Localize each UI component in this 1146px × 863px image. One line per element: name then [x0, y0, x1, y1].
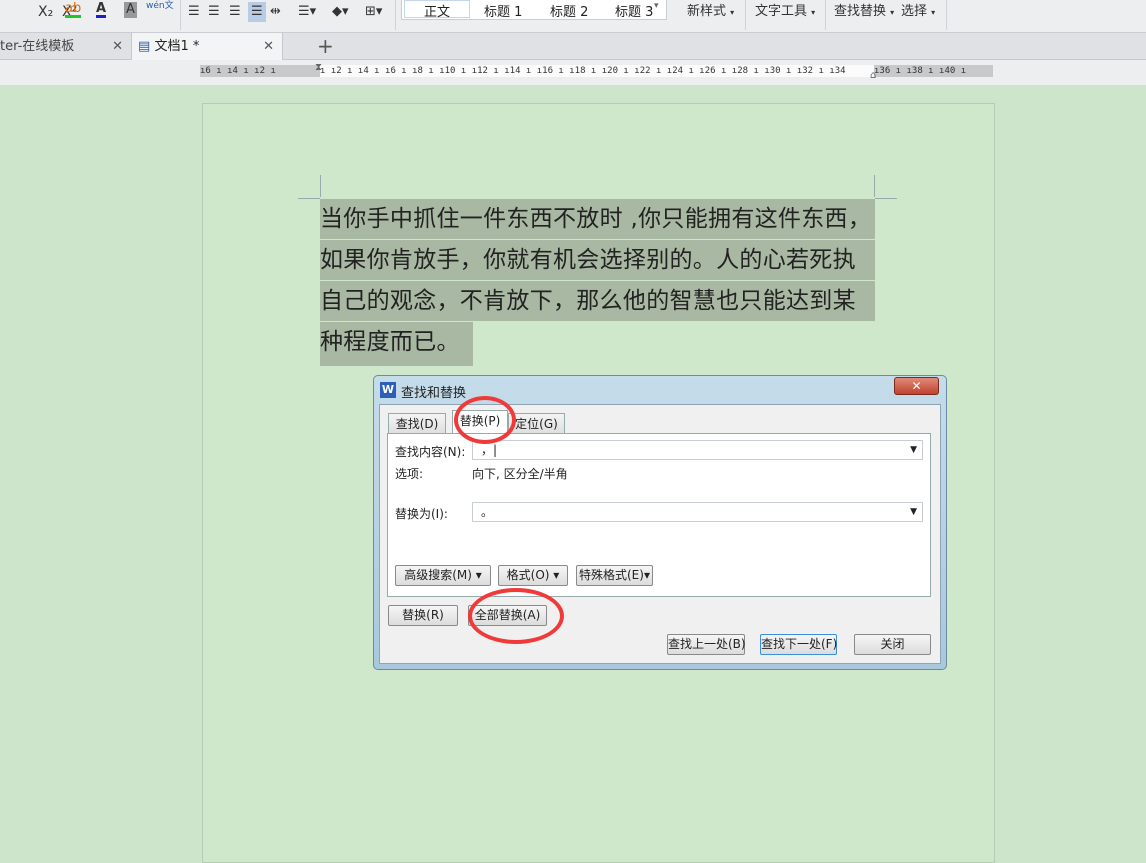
options-label: 选项: [395, 467, 424, 481]
crop-mark [320, 175, 321, 197]
document-tabs: ter-在线模板 ✕ ▤ 文档1 * ✕ + [0, 33, 1146, 61]
line-spacing-icon[interactable]: ☰▾ [298, 2, 316, 22]
find-label: 查找内容(N): [395, 445, 466, 459]
replace-label: 替换为(I): [395, 507, 448, 521]
fill-color-icon[interactable]: ◆▾ [332, 2, 349, 22]
tab-find[interactable]: 查找(D) [388, 413, 446, 434]
advanced-search-button[interactable]: 高级搜索(M) ▾ [395, 565, 491, 586]
options-value: 向下, 区分全/半角 [472, 467, 568, 481]
tab-label: ter-在线模板 [0, 39, 75, 54]
crop-mark [874, 175, 875, 197]
dialog-title: 查找和替换 [401, 386, 467, 401]
new-tab-icon[interactable]: + [313, 33, 334, 60]
tab-document1[interactable]: ▤ 文档1 * ✕ [131, 33, 283, 61]
close-button[interactable]: 关闭 [854, 634, 931, 655]
tab-label: 文档1 * [154, 39, 200, 54]
style-more-icon[interactable]: ▾ [654, 1, 659, 11]
tab-goto[interactable]: 定位(G) [508, 413, 565, 434]
style-heading-2[interactable]: 标题 2 [550, 1, 588, 20]
close-icon[interactable]: ✕ [112, 33, 123, 60]
ruler-text-area: ı ı2 ı ı4 ı ı6 ı ı8 ı ı10 ı ı12 ı ı14 ı … [320, 65, 874, 77]
right-indent-marker-icon[interactable]: ⌂ [870, 70, 876, 81]
subscript-button[interactable]: X₂ [38, 2, 53, 22]
close-icon[interactable]: ✕ [263, 33, 274, 60]
highlight-icon[interactable]: ab [65, 2, 82, 18]
align-left-icon[interactable]: ☰ [188, 2, 200, 22]
replace-input[interactable]: 。 ▼ [472, 502, 923, 522]
text-line[interactable]: 自己的观念，不肯放下，那么他的智慧也只能达到某 [320, 281, 875, 321]
format-label: 格式(O) [506, 568, 550, 582]
tab-online-templates[interactable]: ter-在线模板 ✕ [0, 33, 131, 60]
find-next-button[interactable]: 查找下一处(F) [760, 634, 837, 655]
new-style-button[interactable]: 新样式 ▾ [687, 2, 734, 22]
ruler[interactable]: ı6 ı ı4 ı ı2 ı ı ı2 ı ı4 ı ı6 ı ı8 ı ı10… [0, 60, 1146, 85]
style-normal[interactable]: 正文 [404, 0, 470, 20]
chevron-down-icon[interactable]: ▼ [910, 441, 917, 459]
ruler-left-margin: ı6 ı ı4 ı ı2 ı [200, 65, 320, 77]
find-replace-dialog: W 查找和替换 ✕ 查找(D) 替换(P) 定位(G) 查找内容(N): ，| ▼… [373, 375, 947, 670]
distribute-icon[interactable]: ⇹ [270, 2, 281, 22]
font-color-icon[interactable]: A [96, 2, 107, 18]
text-tools-button[interactable]: 文字工具 ▾ [755, 2, 815, 22]
pinyin-icon[interactable]: wén文 [146, 2, 174, 22]
border-icon[interactable]: ⊞▾ [365, 2, 382, 22]
find-replace-button[interactable]: 查找替换 ▾ [834, 2, 894, 22]
select-button[interactable]: 选择 ▾ [901, 2, 935, 22]
text-line[interactable]: 如果你肯放手，你就有机会选择别的。人的心若死执 [320, 240, 875, 280]
justify-icon[interactable]: ☰ [248, 2, 266, 22]
find-input[interactable]: ，| ▼ [472, 440, 923, 460]
replace-value: 。 [481, 505, 494, 519]
crop-mark [875, 198, 897, 199]
style-gallery: 正文 标题 1 标题 2 标题 3 ▾ [401, 0, 667, 20]
wps-logo-icon: W [380, 382, 396, 398]
document-icon: ▤ [138, 39, 151, 54]
select-label: 选择 [901, 4, 928, 19]
text-line[interactable]: 当你手中抓住一件东西不放时 ,你只能拥有这件东西， [320, 199, 875, 239]
replace-button[interactable]: 替换(R) [388, 605, 458, 626]
align-center-icon[interactable]: ☰ [208, 2, 220, 22]
text-tools-label: 文字工具 [755, 4, 808, 19]
format-button[interactable]: 格式(O) ▾ [498, 565, 568, 586]
find-previous-button[interactable]: 查找上一处(B) [667, 634, 746, 655]
find-value: ，| [481, 443, 498, 457]
annotation-circle [454, 396, 516, 444]
style-heading-3[interactable]: 标题 3 [615, 1, 653, 20]
crop-mark [298, 198, 320, 199]
close-icon[interactable]: ✕ [894, 377, 939, 395]
align-right-icon[interactable]: ☰ [229, 2, 241, 22]
find-replace-label: 查找替换 [834, 4, 887, 19]
text-line[interactable]: 种程度而已。 [320, 322, 473, 366]
special-label: 特殊格式(E) [579, 568, 644, 582]
special-format-button[interactable]: 特殊格式(E)▾ [576, 565, 653, 586]
ribbon-toolbar: X² X₂ ab A A wén文 ☰ ☰ ☰ ☰ ⇹ ☰▾ ◆▾ ⊞▾ 正文 … [0, 0, 1146, 33]
indent-marker-icon[interactable]: ⧗ [315, 62, 322, 73]
new-style-label: 新样式 [687, 4, 727, 19]
char-shading-icon[interactable]: A [124, 2, 137, 18]
annotation-circle [468, 588, 564, 644]
style-heading-1[interactable]: 标题 1 [484, 1, 522, 20]
chevron-down-icon[interactable]: ▼ [910, 503, 917, 521]
ruler-right-margin: ı36 ı ı38 ı ı40 ı [874, 65, 993, 77]
